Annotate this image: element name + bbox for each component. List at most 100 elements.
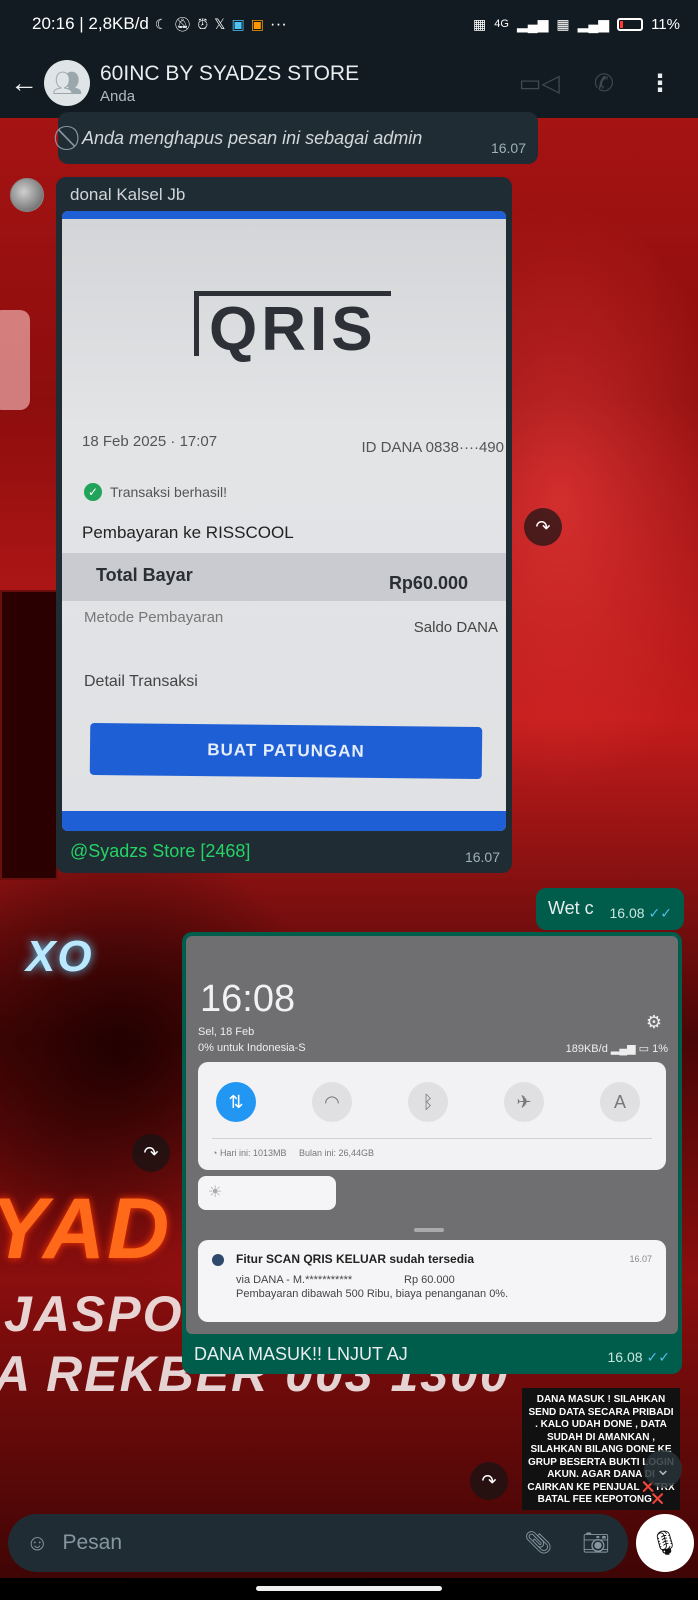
notification-amount: Rp 60.000 bbox=[404, 1274, 455, 1286]
status-time: 20:16 | 2,8KB/d bbox=[32, 14, 149, 33]
back-arrow-icon[interactable]: ← bbox=[4, 67, 44, 99]
deleted-message-text: Anda menghapus pesan ini sebagai admin bbox=[82, 127, 423, 148]
shade-carrier: 0% untuk Indonesia-S bbox=[198, 1042, 306, 1054]
message-time-block: 16.08 ✓✓ bbox=[607, 1349, 670, 1366]
qris-receipt-image[interactable]: QRIS 18 Feb 2025 · 17:07 ID DANA 0838···… bbox=[62, 211, 506, 831]
auto-brightness-toggle-icon: A bbox=[600, 1082, 640, 1122]
message-time: 16.08 bbox=[607, 1349, 643, 1365]
brightness-slider: ☀ bbox=[198, 1176, 336, 1210]
receipt-total-value: Rp60.000 bbox=[388, 573, 468, 593]
chat-title: 60INC BY SYADZS STORE bbox=[100, 61, 360, 85]
receipt-date: 18 Feb 2025 · 17:07 bbox=[82, 433, 218, 450]
receipt-payee: Pembayaran ke RISSCOOL bbox=[82, 523, 294, 542]
message-text: Wet c bbox=[548, 898, 594, 918]
qris-logo: QRIS bbox=[194, 291, 391, 361]
alarm-icon: ⏰︎ bbox=[197, 15, 209, 32]
notification-via: via DANA - M.*********** bbox=[236, 1274, 353, 1286]
more-icon: ··· bbox=[269, 14, 287, 33]
chat-header: ← 👥︎ 60INC BY SYADZS STORE Anda ▭◁ ✆ ⋮ bbox=[0, 48, 698, 118]
wallpaper-line-1: JASPO bbox=[4, 1286, 184, 1342]
sticker-text: DANA MASUK ! SILAHKAN SEND DATA SECARA P… bbox=[527, 1394, 675, 1505]
dana-app-icon bbox=[212, 1254, 224, 1266]
chat-subtitle: Anda bbox=[100, 87, 136, 105]
shade-handle bbox=[414, 1228, 444, 1232]
wallpaper-decoration bbox=[0, 310, 30, 410]
airplane-toggle-icon: ✈ bbox=[504, 1082, 544, 1122]
outgoing-message[interactable]: Wet c 16.08 ✓✓ bbox=[536, 888, 684, 930]
forward-icon[interactable]: ↷ bbox=[524, 508, 562, 546]
group-icon: 👥︎ bbox=[51, 69, 83, 97]
phone-call-icon[interactable]: ✆ bbox=[594, 69, 614, 98]
divider bbox=[212, 1138, 652, 1139]
receipt-status: ✓ Transaksi berhasil! bbox=[84, 483, 227, 501]
sticker-message[interactable]: DANA MASUK ! SILAHKAN SEND DATA SECARA P… bbox=[522, 1388, 680, 1510]
data-usage: ◔ Hari ini: 1013MB Bulan ini: 26,44GB bbox=[212, 1148, 375, 1158]
notification-title: Fitur SCAN QRIS KELUAR sudah tersedia bbox=[236, 1252, 475, 1266]
receipt-status-text: Transaksi berhasil! bbox=[110, 484, 227, 500]
more-options-icon[interactable]: ⋮ bbox=[648, 69, 672, 98]
dana-notification: Fitur SCAN QRIS KELUAR sudah tersedia 16… bbox=[198, 1240, 666, 1322]
signal-icon: ▂▄▆ bbox=[516, 15, 549, 32]
mic-button[interactable]: 🎙︎ bbox=[636, 1514, 694, 1572]
receipt-detail-label: Detail Transaksi bbox=[84, 673, 198, 690]
receipt-total-label: Total Bayar bbox=[96, 565, 193, 585]
scroll-down-icon[interactable]: ⌄ bbox=[644, 1450, 682, 1488]
sender-avatar[interactable] bbox=[10, 178, 44, 212]
receipt-method-value: Saldo DANA bbox=[413, 619, 498, 636]
image-message-qris[interactable]: donal Kalsel Jb QRIS 18 Feb 2025 · 17:07… bbox=[56, 177, 512, 873]
quick-settings-panel: ⇅ ◠ ᛒ ✈ A ◔ Hari ini: 1013MB Bulan ini: … bbox=[198, 1062, 666, 1170]
volte-icon: ▦ bbox=[473, 15, 487, 32]
message-time: 16.07 bbox=[464, 849, 500, 865]
notification-time: 16.07 bbox=[629, 1254, 652, 1264]
chat-title-block[interactable]: 60INC BY SYADZS STORE Anda bbox=[100, 62, 359, 105]
message-time: 16.08 bbox=[609, 905, 645, 921]
forward-icon[interactable]: ↷ bbox=[132, 1134, 170, 1172]
app-icon: ▣ bbox=[250, 15, 264, 32]
mention-link[interactable]: @Syadzs Store [2468] bbox=[70, 841, 498, 862]
wallpaper-panel bbox=[0, 590, 58, 880]
check-icon: ✓ bbox=[84, 483, 102, 501]
sender-name[interactable]: donal Kalsel Jb bbox=[70, 185, 498, 205]
mute-icon: 🔕︎ bbox=[173, 15, 192, 32]
image-bottom-bar bbox=[62, 811, 506, 831]
receipt-id: ID DANA 0838····490 bbox=[361, 439, 504, 456]
home-gesture-pill[interactable] bbox=[256, 1586, 442, 1591]
bluetooth-toggle-icon: ᛒ bbox=[408, 1082, 448, 1122]
message-input-bar[interactable]: ☺ Pesan 📎︎ 📷︎ bbox=[8, 1514, 628, 1572]
read-ticks-icon: ✓✓ bbox=[646, 1349, 670, 1365]
receipt-method-label: Metode Pembayaran bbox=[84, 609, 224, 626]
attach-icon[interactable]: 📎︎ bbox=[524, 1530, 552, 1556]
message-input[interactable]: Pesan bbox=[62, 1531, 122, 1555]
emoji-sticker-icon[interactable]: ☺ bbox=[26, 1530, 48, 1556]
wifi-toggle-icon: ◠ bbox=[312, 1082, 352, 1122]
receipt-patungan-button: BUAT PATUNGAN bbox=[89, 722, 483, 780]
moon-icon: ☾ bbox=[154, 15, 168, 32]
deleted-message[interactable]: ⃠ Anda menghapus pesan ini sebagai admin… bbox=[58, 112, 538, 164]
volte-icon: ▦ bbox=[556, 15, 570, 32]
forward-icon[interactable]: ↷ bbox=[470, 1462, 508, 1500]
gear-icon: ⚙ bbox=[645, 1012, 662, 1032]
image-top-bar bbox=[62, 211, 506, 219]
notification-body: Pembayaran dibawah 500 Ribu, biaya penan… bbox=[236, 1288, 509, 1300]
wallpaper-brand-text: YAD bbox=[0, 1181, 172, 1277]
message-time-block: 16.08 ✓✓ bbox=[609, 905, 672, 922]
message-time: 16.07 bbox=[490, 140, 526, 156]
group-avatar[interactable]: 👥︎ bbox=[44, 60, 90, 106]
image-message-screenshot[interactable]: 16:08 ⚙ Sel, 18 Feb 0% untuk Indonesia-S… bbox=[182, 932, 682, 1374]
battery-percent: 11% bbox=[651, 15, 680, 33]
battery-icon bbox=[617, 17, 644, 31]
shade-time: 16:08 bbox=[200, 978, 296, 1020]
microphone-icon: 🎙︎ bbox=[649, 1529, 681, 1557]
network-type: 4G bbox=[494, 18, 509, 30]
notification-screenshot-image[interactable]: 16:08 ⚙ Sel, 18 Feb 0% untuk Indonesia-S… bbox=[186, 936, 678, 1334]
read-ticks-icon: ✓✓ bbox=[648, 905, 672, 921]
video-call-icon[interactable]: ▭◁ bbox=[519, 69, 560, 98]
signal-icon: ▂▄▆ bbox=[577, 15, 610, 32]
status-bar: 20:16 | 2,8KB/d ☾ 🔕︎ ⏰︎ 𝕏 ▣ ▣ ··· ▦ 4G ▂… bbox=[0, 0, 698, 48]
data-toggle-icon: ⇅ bbox=[216, 1082, 256, 1122]
shade-speed: 189KB/d ▂▄▆ ▭ 1% bbox=[565, 1043, 668, 1055]
camera-icon[interactable]: 📷︎ bbox=[582, 1530, 610, 1556]
wallpaper-neon-text: XO bbox=[26, 932, 94, 981]
shade-date: Sel, 18 Feb bbox=[198, 1026, 255, 1038]
x-icon: 𝕏 bbox=[214, 15, 226, 32]
